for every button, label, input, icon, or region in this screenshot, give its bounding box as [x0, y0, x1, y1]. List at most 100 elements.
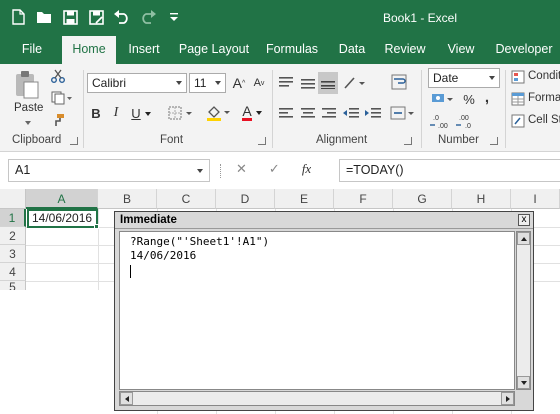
- format-as-table-label[interactable]: Forma: [528, 92, 560, 104]
- middle-align-icon[interactable]: [299, 74, 317, 92]
- conditional-formatting-label[interactable]: Condit: [528, 70, 560, 82]
- chevron-down-icon: [176, 81, 182, 85]
- column-header-d[interactable]: D: [216, 189, 275, 209]
- tab-data[interactable]: Data: [334, 36, 370, 64]
- bold-button[interactable]: B: [89, 104, 103, 122]
- font-launcher-icon[interactable]: [258, 137, 266, 145]
- svg-text:.0: .0: [433, 115, 439, 122]
- column-header-i[interactable]: I: [511, 189, 560, 209]
- font-color-button[interactable]: A: [238, 104, 266, 122]
- borders-icon[interactable]: [167, 104, 195, 122]
- bottom-align-icon[interactable]: [318, 72, 338, 94]
- row-header-3[interactable]: 3: [0, 245, 26, 263]
- separator: [421, 70, 422, 148]
- tab-page-layout[interactable]: Page Layout: [178, 36, 250, 64]
- scroll-up-icon[interactable]: [517, 232, 530, 245]
- percent-button[interactable]: %: [462, 90, 476, 108]
- size-grip[interactable]: [516, 391, 531, 406]
- row-header-4[interactable]: 4: [0, 263, 26, 281]
- currency-icon[interactable]: [430, 90, 456, 108]
- font-size-value: 11: [194, 76, 207, 90]
- align-left-icon[interactable]: [277, 104, 295, 122]
- paste-label[interactable]: Paste: [14, 102, 43, 114]
- fill-handle[interactable]: [94, 224, 99, 229]
- align-right-icon[interactable]: [320, 104, 338, 122]
- merge-center-icon[interactable]: [389, 104, 417, 122]
- column-header-h[interactable]: H: [452, 189, 511, 209]
- select-all-corner[interactable]: [0, 189, 26, 209]
- splitter[interactable]: [220, 164, 222, 178]
- immediate-title-bar[interactable]: Immediate x: [115, 212, 533, 229]
- top-align-icon[interactable]: [277, 74, 295, 92]
- font-name-select[interactable]: Calibri: [87, 73, 187, 93]
- number-launcher-icon[interactable]: [490, 137, 498, 145]
- ribbon: Paste Clipboard Calibri 11 A ^ Av B I U A…: [0, 64, 560, 152]
- grow-font-button[interactable]: A ^: [231, 73, 247, 93]
- insert-function-icon[interactable]: fx: [302, 161, 311, 177]
- name-box-value: A1: [15, 163, 31, 177]
- cell-styles-label[interactable]: Cell St: [528, 114, 560, 126]
- format-painter-icon[interactable]: [50, 112, 66, 128]
- separator: [505, 70, 506, 148]
- row-header-2[interactable]: 2: [0, 227, 26, 245]
- decrease-decimal-icon[interactable]: .00.0: [456, 112, 478, 130]
- enter-icon[interactable]: ✓: [269, 161, 280, 177]
- shrink-font-button[interactable]: Av: [251, 73, 267, 93]
- column-header-b[interactable]: B: [98, 189, 157, 209]
- copy-icon[interactable]: [50, 90, 74, 106]
- ribbon-tabs: File Home Insert Page Layout Formulas Da…: [0, 36, 560, 64]
- increase-indent-icon[interactable]: [364, 104, 382, 122]
- paste-icon[interactable]: [10, 68, 44, 102]
- column-header-f[interactable]: F: [334, 189, 393, 209]
- increase-decimal-icon[interactable]: .0.00: [430, 112, 452, 130]
- tab-view[interactable]: View: [442, 36, 480, 64]
- orientation-icon[interactable]: [342, 74, 368, 92]
- align-center-icon[interactable]: [299, 104, 317, 122]
- number-format-select[interactable]: Date: [428, 68, 500, 88]
- fill-color-icon[interactable]: [205, 104, 233, 122]
- formula-input[interactable]: =TODAY(): [339, 159, 560, 182]
- paste-dropdown-icon[interactable]: [22, 118, 34, 128]
- row-header-1[interactable]: 1: [0, 209, 26, 227]
- number-format-value: Date: [433, 71, 459, 85]
- immediate-editor[interactable]: ?Range("'Sheet1'!A1") 14/06/2016: [119, 231, 515, 390]
- comma-button[interactable]: ,: [482, 88, 492, 106]
- cut-icon[interactable]: [50, 68, 66, 84]
- number-group-label: Number: [438, 134, 479, 146]
- column-header-c[interactable]: C: [157, 189, 216, 209]
- separator: [272, 70, 273, 148]
- alignment-launcher-icon[interactable]: [404, 137, 412, 145]
- scroll-left-icon[interactable]: [120, 392, 133, 405]
- horizontal-scrollbar[interactable]: [119, 391, 515, 406]
- tab-developer[interactable]: Developer: [492, 36, 556, 64]
- name-box[interactable]: A1: [8, 159, 210, 182]
- scroll-down-icon[interactable]: [517, 376, 530, 389]
- decrease-indent-icon[interactable]: [342, 104, 360, 122]
- immediate-line: 14/06/2016: [130, 249, 197, 262]
- cell-styles-icon[interactable]: [510, 113, 526, 129]
- font-group-label: Font: [160, 134, 184, 146]
- column-header-g[interactable]: G: [393, 189, 452, 209]
- italic-button[interactable]: I: [109, 104, 123, 122]
- cell-a1[interactable]: 14/06/2016: [27, 209, 98, 228]
- font-size-select[interactable]: 11: [189, 73, 226, 93]
- cancel-icon[interactable]: ✕: [236, 161, 247, 177]
- underline-dropdown-icon[interactable]: [143, 109, 153, 119]
- conditional-formatting-icon[interactable]: [510, 69, 526, 85]
- column-header-e[interactable]: E: [275, 189, 334, 209]
- scroll-right-icon[interactable]: [501, 392, 514, 405]
- tab-review[interactable]: Review: [382, 36, 428, 64]
- wrap-text-icon[interactable]: [389, 72, 409, 92]
- tab-formulas[interactable]: Formulas: [262, 36, 322, 64]
- chevron-down-icon: [215, 81, 221, 85]
- close-icon[interactable]: x: [518, 214, 530, 226]
- clipboard-launcher-icon[interactable]: [70, 137, 78, 145]
- format-as-table-icon[interactable]: [510, 91, 526, 107]
- tab-insert[interactable]: Insert: [122, 36, 166, 64]
- underline-button[interactable]: U: [129, 104, 143, 122]
- column-header-a[interactable]: A: [26, 189, 98, 209]
- vertical-scrollbar[interactable]: [516, 231, 531, 390]
- tab-file[interactable]: File: [12, 36, 52, 64]
- tab-home[interactable]: Home: [62, 36, 116, 64]
- clipboard-group-label: Clipboard: [12, 134, 62, 146]
